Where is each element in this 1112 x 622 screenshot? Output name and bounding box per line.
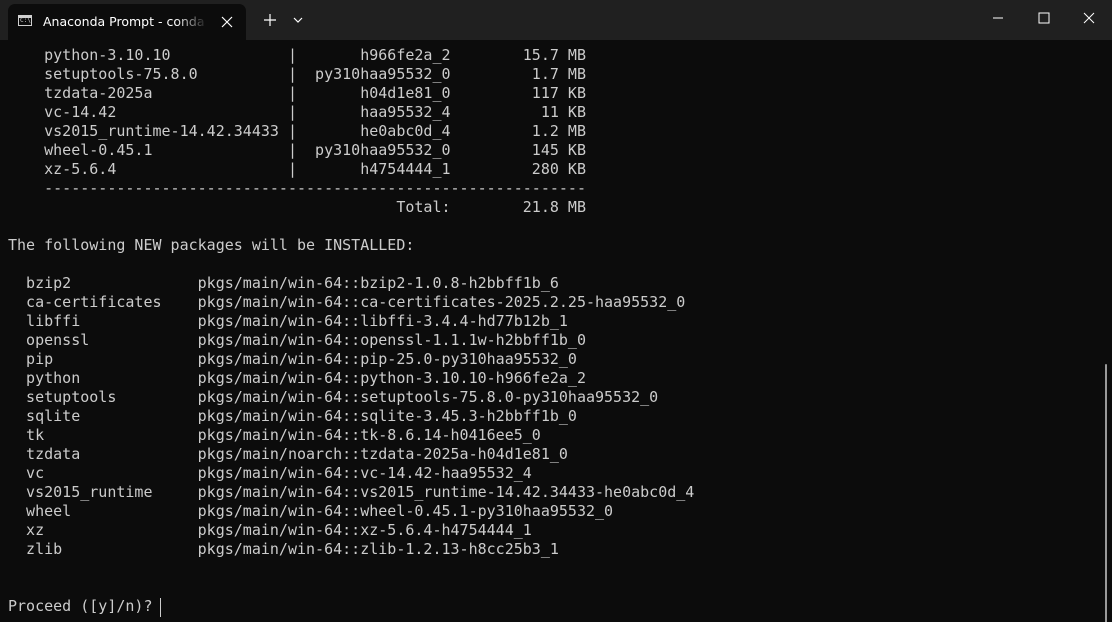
- maximize-icon: [1038, 12, 1050, 24]
- scrollbar-thumb[interactable]: [1105, 364, 1107, 622]
- close-icon: [221, 16, 233, 28]
- plus-icon: [264, 14, 276, 26]
- terminal-line: libffi pkgs/main/win-64::libffi-3.4.4-hd…: [8, 312, 568, 330]
- tab-anaconda-prompt[interactable]: C:\ Anaconda Prompt - conda create: [8, 4, 246, 40]
- terminal-window: C:\ Anaconda Prompt - conda create: [0, 0, 1112, 622]
- chevron-down-icon: [293, 17, 303, 23]
- terminal-line: tzdata-2025a | h04d1e81_0 117 KB: [8, 84, 586, 102]
- terminal-line: python-3.10.10 | h966fe2a_2 15.7 MB: [8, 46, 586, 64]
- text-cursor: [160, 598, 161, 617]
- terminal-line: xz-5.6.4 | h4754444_1 280 KB: [8, 160, 586, 178]
- terminal-line: setuptools-75.8.0 | py310haa95532_0 1.7 …: [8, 65, 586, 83]
- terminal-line: Total: 21.8 MB: [8, 198, 586, 216]
- minimize-icon: [993, 17, 1003, 19]
- terminal-line: ca-certificates pkgs/main/win-64::ca-cer…: [8, 293, 686, 311]
- terminal-line: sqlite pkgs/main/win-64::sqlite-3.45.3-h…: [8, 407, 577, 425]
- terminal-line: tzdata pkgs/main/noarch::tzdata-2025a-h0…: [8, 445, 568, 463]
- terminal-line: openssl pkgs/main/win-64::openssl-1.1.1w…: [8, 331, 586, 349]
- terminal-line: ----------------------------------------…: [8, 179, 586, 197]
- close-button[interactable]: [1067, 0, 1112, 36]
- terminal-line: bzip2 pkgs/main/win-64::bzip2-1.0.8-h2bb…: [8, 274, 559, 292]
- terminal-line: Proceed ([y]/n)?: [8, 597, 162, 615]
- terminal-line: tk pkgs/main/win-64::tk-8.6.14-h0416ee5_…: [8, 426, 541, 444]
- terminal-line: zlib pkgs/main/win-64::zlib-1.2.13-h8cc2…: [8, 540, 559, 558]
- tab-title: Anaconda Prompt - conda create: [43, 14, 208, 29]
- close-icon: [1083, 12, 1095, 24]
- terminal-line: python pkgs/main/win-64::python-3.10.10-…: [8, 369, 586, 387]
- terminal-line: setuptools pkgs/main/win-64::setuptools-…: [8, 388, 659, 406]
- terminal-line: xz pkgs/main/win-64::xz-5.6.4-h4754444_1: [8, 521, 532, 539]
- tab-close-button[interactable]: [217, 12, 237, 32]
- terminal-line: The following NEW packages will be INSTA…: [8, 236, 415, 254]
- terminal-icon: C:\: [18, 15, 32, 26]
- minimize-button[interactable]: [975, 0, 1021, 36]
- new-tab-button[interactable]: [256, 4, 284, 36]
- tab-dropdown-button[interactable]: [286, 4, 310, 36]
- terminal-line: vc-14.42 | haa95532_4 11 KB: [8, 103, 586, 121]
- terminal-line: pip pkgs/main/win-64::pip-25.0-py310haa9…: [8, 350, 577, 368]
- terminal-line: vs2015_runtime pkgs/main/win-64::vs2015_…: [8, 483, 695, 501]
- terminal-line: vs2015_runtime-14.42.34433 | he0abc0d_4 …: [8, 122, 586, 140]
- title-bar[interactable]: C:\ Anaconda Prompt - conda create: [0, 0, 1112, 40]
- maximize-button[interactable]: [1021, 0, 1067, 36]
- terminal-line: vc pkgs/main/win-64::vc-14.42-haa95532_4: [8, 464, 532, 482]
- terminal-line: wheel pkgs/main/win-64::wheel-0.45.1-py3…: [8, 502, 614, 520]
- terminal-line: wheel-0.45.1 | py310haa95532_0 145 KB: [8, 141, 586, 159]
- terminal-output[interactable]: python-3.10.10 | h966fe2a_2 15.7 MB setu…: [0, 40, 1112, 622]
